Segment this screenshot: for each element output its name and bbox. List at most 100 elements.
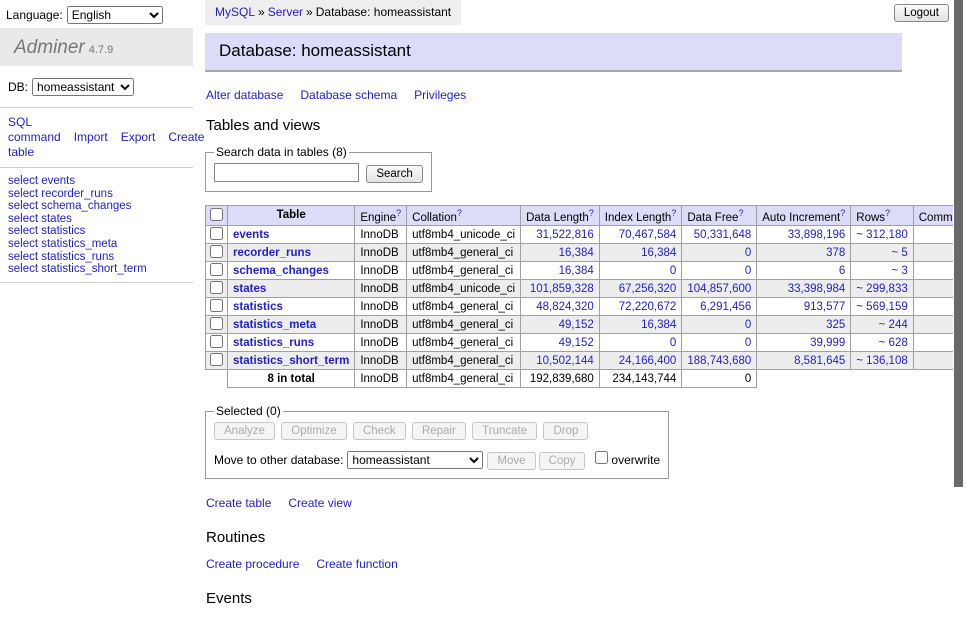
auto-increment-link[interactable]: 378: [826, 247, 845, 259]
import-link[interactable]: Import: [74, 130, 108, 144]
row-checkbox[interactable]: [210, 263, 223, 276]
check-button[interactable]: Check: [353, 422, 406, 440]
vertical-scrollbar-track[interactable]: [953, 0, 966, 543]
auto-increment-link[interactable]: 33,398,984: [788, 283, 846, 295]
data-free-link[interactable]: 0: [745, 247, 751, 259]
move-db-select[interactable]: homeassistant: [347, 451, 483, 469]
auto-increment-link[interactable]: 33,898,196: [788, 229, 846, 241]
auto-increment-link[interactable]: 6: [839, 265, 845, 277]
data-length-link[interactable]: 49,152: [559, 337, 594, 349]
truncate-button[interactable]: Truncate: [472, 422, 537, 440]
data-length-link[interactable]: 48,824,320: [536, 301, 594, 313]
data-free-link[interactable]: 50,331,648: [694, 229, 752, 241]
search-button[interactable]: Search: [366, 165, 422, 183]
sidebar-item-select-states[interactable]: select states: [8, 213, 193, 226]
sidebar-item-select-statistics-meta[interactable]: select statistics_meta: [8, 238, 193, 251]
index-length-link[interactable]: 72,220,672: [619, 301, 677, 313]
index-length-link[interactable]: 16,384: [641, 319, 676, 331]
drop-button[interactable]: Drop: [543, 422, 588, 440]
row-checkbox[interactable]: [210, 245, 223, 258]
db-select[interactable]: homeassistant: [32, 78, 134, 96]
rows-count-link[interactable]: ~ 5: [891, 247, 907, 259]
index-length-link[interactable]: 16,384: [641, 247, 676, 259]
sidebar-item-select-statistics-short-term[interactable]: select statistics_short_term: [8, 263, 193, 276]
table-name-link[interactable]: states: [233, 283, 266, 295]
database-schema-link[interactable]: Database schema: [300, 88, 397, 102]
data-free-link[interactable]: 0: [745, 319, 751, 331]
breadcrumb-server-link[interactable]: Server: [268, 5, 303, 19]
sql-command-link[interactable]: SQL command: [8, 115, 61, 144]
index-length-link[interactable]: 70,467,584: [619, 229, 677, 241]
row-checkbox[interactable]: [210, 317, 223, 330]
data-free-link[interactable]: 188,743,680: [687, 355, 751, 367]
data-length-link[interactable]: 101,859,328: [530, 283, 594, 295]
rows-count-link[interactable]: ~ 3: [891, 265, 907, 277]
index-length-link[interactable]: 0: [670, 265, 676, 277]
auto-increment-link[interactable]: 325: [826, 319, 845, 331]
breadcrumb-mysql-link[interactable]: MySQL: [215, 5, 255, 19]
create-view-link[interactable]: Create view: [288, 496, 351, 510]
help-icon[interactable]: ?: [396, 208, 401, 218]
data-free-link[interactable]: 0: [745, 337, 751, 349]
alter-database-link[interactable]: Alter database: [206, 88, 283, 102]
data-length-link[interactable]: 16,384: [559, 247, 594, 259]
help-icon[interactable]: ?: [738, 208, 743, 218]
rows-count-link[interactable]: ~ 569,159: [856, 301, 907, 313]
index-length-link[interactable]: 0: [670, 337, 676, 349]
overwrite-checkbox[interactable]: [595, 451, 608, 464]
help-icon[interactable]: ?: [885, 208, 890, 218]
create-function-link[interactable]: Create function: [316, 557, 397, 571]
auto-increment-link[interactable]: 913,577: [804, 301, 846, 313]
data-length-link[interactable]: 49,152: [559, 319, 594, 331]
rows-count-link[interactable]: ~ 628: [879, 337, 908, 349]
auto-increment-link[interactable]: 8,581,645: [794, 355, 845, 367]
rows-count-link[interactable]: ~ 299,833: [856, 283, 907, 295]
table-name-link[interactable]: statistics: [233, 301, 283, 313]
data-length-link[interactable]: 16,384: [559, 265, 594, 277]
optimize-button[interactable]: Optimize: [281, 422, 346, 440]
table-name-link[interactable]: statistics_short_term: [233, 355, 349, 367]
row-checkbox[interactable]: [210, 299, 223, 312]
table-name-link[interactable]: events: [233, 229, 269, 241]
data-length-link[interactable]: 31,522,816: [536, 229, 594, 241]
logout-button[interactable]: Logout: [894, 4, 949, 22]
sidebar-item-select-schema-changes[interactable]: select schema_changes: [8, 200, 193, 213]
repair-button[interactable]: Repair: [412, 422, 466, 440]
row-checkbox[interactable]: [210, 281, 223, 294]
data-free-link[interactable]: 104,857,600: [687, 283, 751, 295]
index-length-link[interactable]: 24,166,400: [619, 355, 677, 367]
data-free-link[interactable]: 6,291,456: [700, 301, 751, 313]
help-icon[interactable]: ?: [457, 208, 462, 218]
create-table-link[interactable]: Create table: [206, 496, 271, 510]
table-name-link[interactable]: schema_changes: [233, 265, 329, 277]
vertical-scrollbar-thumb[interactable]: [954, 0, 963, 487]
rows-count-link[interactable]: ~ 312,180: [856, 229, 907, 241]
rows-count-link[interactable]: ~ 244: [879, 319, 908, 331]
auto-increment-link[interactable]: 39,999: [810, 337, 845, 349]
rows-count-link[interactable]: ~ 136,108: [856, 355, 907, 367]
sidebar-item-select-recorder-runs[interactable]: select recorder_runs: [8, 188, 193, 201]
table-name-link[interactable]: statistics_meta: [233, 319, 316, 331]
search-input[interactable]: [214, 163, 359, 182]
sidebar-item-select-statistics[interactable]: select statistics: [8, 225, 193, 238]
copy-button[interactable]: Copy: [539, 452, 586, 470]
sidebar-item-select-statistics-runs[interactable]: select statistics_runs: [8, 251, 193, 264]
export-link[interactable]: Export: [121, 130, 156, 144]
data-free-link[interactable]: 0: [745, 265, 751, 277]
help-icon[interactable]: ?: [840, 208, 845, 218]
table-name-link[interactable]: statistics_runs: [233, 337, 314, 349]
row-checkbox[interactable]: [210, 335, 223, 348]
sidebar-item-select-events[interactable]: select events: [8, 175, 193, 188]
select-all-checkbox[interactable]: [210, 208, 223, 221]
privileges-link[interactable]: Privileges: [414, 88, 466, 102]
create-procedure-link[interactable]: Create procedure: [206, 557, 299, 571]
language-select[interactable]: English: [67, 6, 163, 24]
help-icon[interactable]: ?: [671, 208, 676, 218]
move-button[interactable]: Move: [487, 452, 535, 470]
row-checkbox[interactable]: [210, 353, 223, 366]
row-checkbox[interactable]: [210, 227, 223, 240]
analyze-button[interactable]: Analyze: [214, 422, 275, 440]
data-length-link[interactable]: 10,502,144: [536, 355, 594, 367]
table-name-link[interactable]: recorder_runs: [233, 247, 311, 259]
index-length-link[interactable]: 67,256,320: [619, 283, 677, 295]
